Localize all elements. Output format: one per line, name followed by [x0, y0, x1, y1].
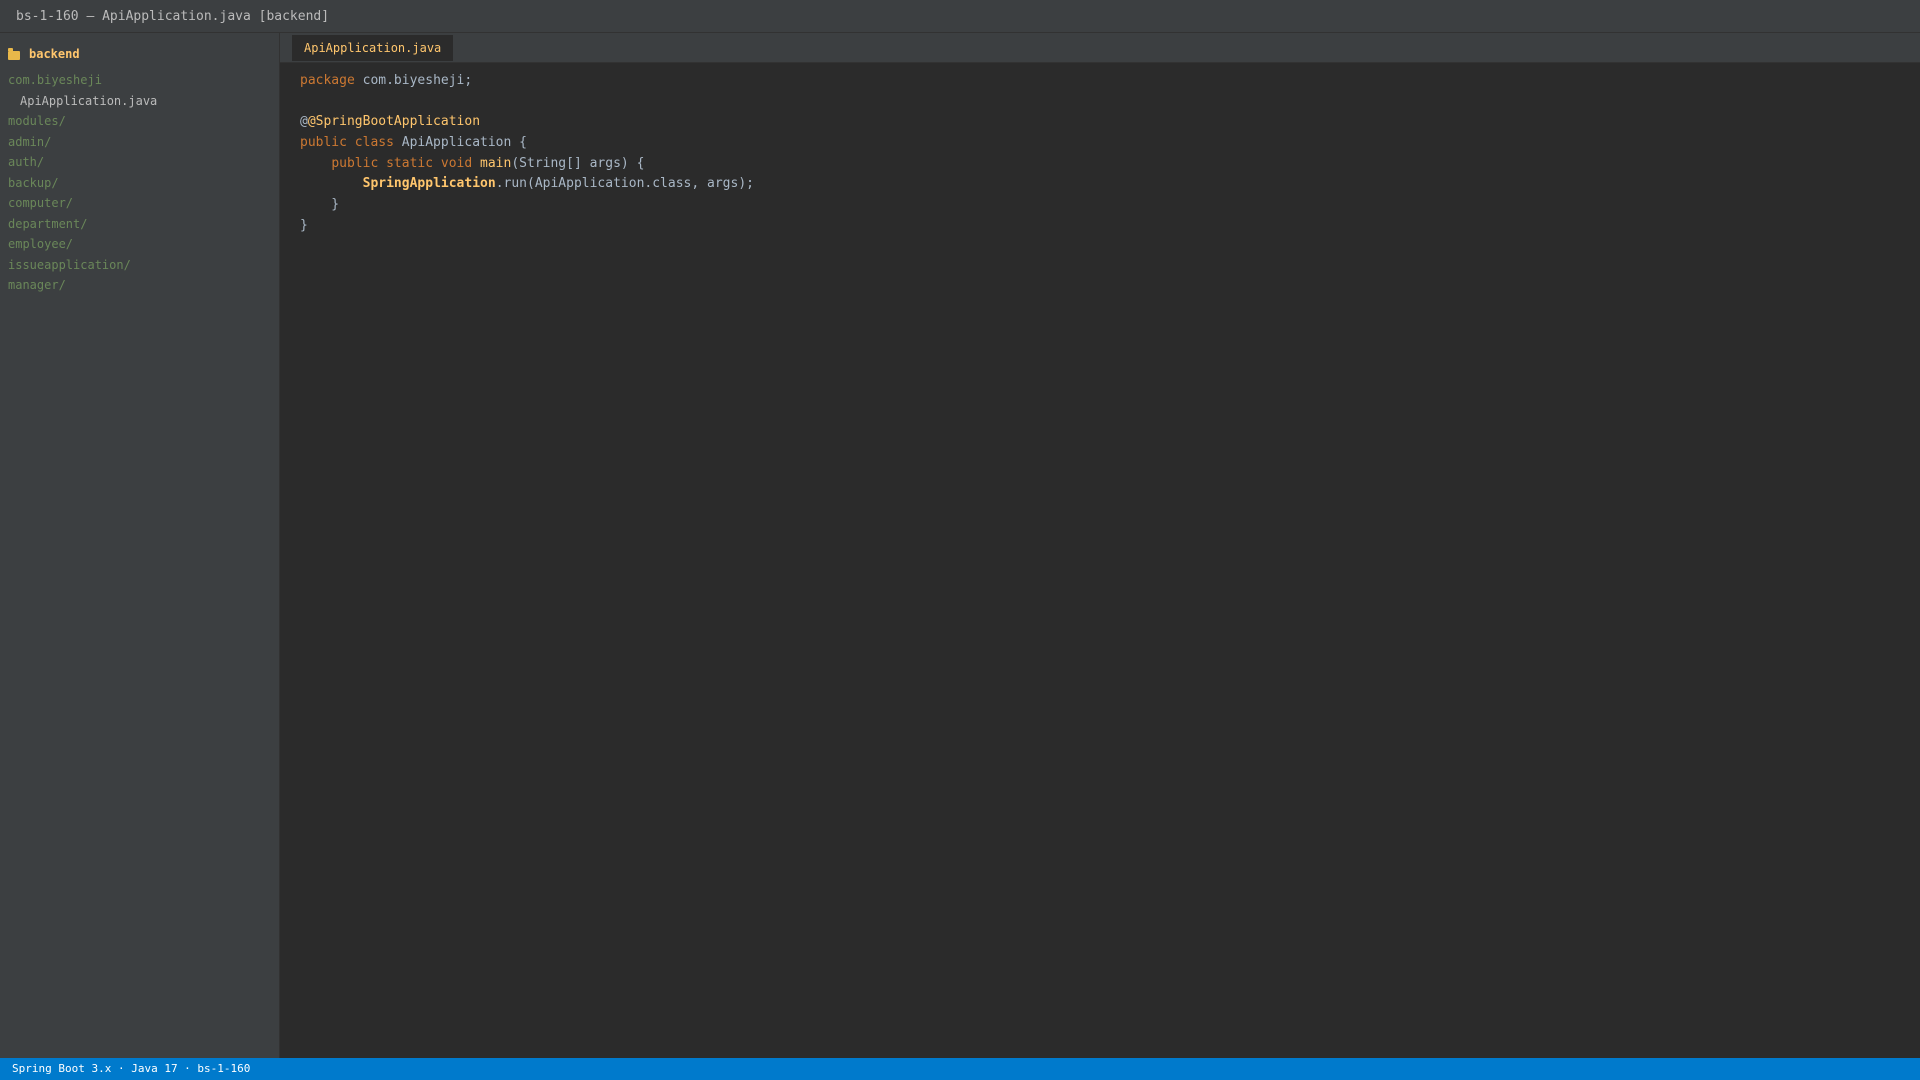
- ide-window: bs-1-160 — ApiApplication.java [backend]…: [0, 0, 1920, 1080]
- code-method-name: main: [480, 155, 512, 171]
- tree-item-employee[interactable]: employee/: [0, 234, 279, 255]
- code-annotation: @SpringBootApplication: [307, 114, 481, 130]
- tree-item-department[interactable]: department/: [0, 214, 279, 235]
- code-keyword: package: [300, 73, 355, 88]
- code-text: ApiApplication {: [393, 135, 527, 151]
- tree-item-issueapplication[interactable]: issueapplication/: [0, 255, 279, 276]
- status-bar: Spring Boot 3.x · Java 17 · bs-1-160: [0, 1058, 1920, 1080]
- editor-area: ApiApplication.java package com.biyeshej…: [280, 33, 1920, 1058]
- tree-item-auth[interactable]: auth/: [0, 152, 279, 173]
- code-line-7: }: [300, 197, 340, 213]
- code-line-8: }: [300, 217, 308, 233]
- tree-item-admin[interactable]: admin/: [0, 132, 279, 153]
- code-keyword: public static void: [331, 155, 473, 171]
- code-line-3: @@SpringBootApplication: [300, 112, 754, 133]
- code-line-1: package com.biyesheji;: [300, 71, 754, 92]
- tree-item-modules[interactable]: modules/: [0, 111, 279, 132]
- folder-icon: [8, 47, 20, 60]
- code-class-name: SpringApplication: [362, 176, 496, 192]
- project-root-label: backend: [29, 47, 80, 61]
- editor-tabbar: ApiApplication.java: [280, 33, 1920, 63]
- window-title: bs-1-160 — ApiApplication.java [backend]: [0, 0, 1920, 33]
- tree-item-apiapplication-java[interactable]: ApiApplication.java: [0, 91, 279, 112]
- tab-apiapplication-java[interactable]: ApiApplication.java: [292, 35, 454, 61]
- code-text: @: [300, 114, 308, 130]
- project-sidebar: backend com.biyesheji ApiApplication.jav…: [0, 33, 280, 1058]
- code-line-6: SpringApplication.run(ApiApplication.cla…: [300, 174, 754, 195]
- project-tree: com.biyesheji ApiApplication.java module…: [0, 70, 279, 296]
- code-line-4: public class ApiApplication {: [300, 133, 754, 154]
- tree-item-manager[interactable]: manager/: [0, 275, 279, 296]
- tree-item-com-biyesheji[interactable]: com.biyesheji: [0, 70, 279, 91]
- tree-item-computer[interactable]: computer/: [0, 193, 279, 214]
- code-line-5: public static void main(String[] args) {: [300, 154, 754, 175]
- code-keyword: public class: [300, 135, 394, 151]
- code-text: .run(ApiApplication.class, args);: [495, 176, 754, 192]
- project-root-backend[interactable]: backend: [0, 44, 279, 64]
- code-text: (String[] args) {: [511, 155, 645, 171]
- tree-item-backup[interactable]: backup/: [0, 173, 279, 194]
- code-text: com.biyesheji;: [354, 73, 473, 88]
- code-editor[interactable]: package com.biyesheji; @@SpringBootAppli…: [300, 71, 754, 237]
